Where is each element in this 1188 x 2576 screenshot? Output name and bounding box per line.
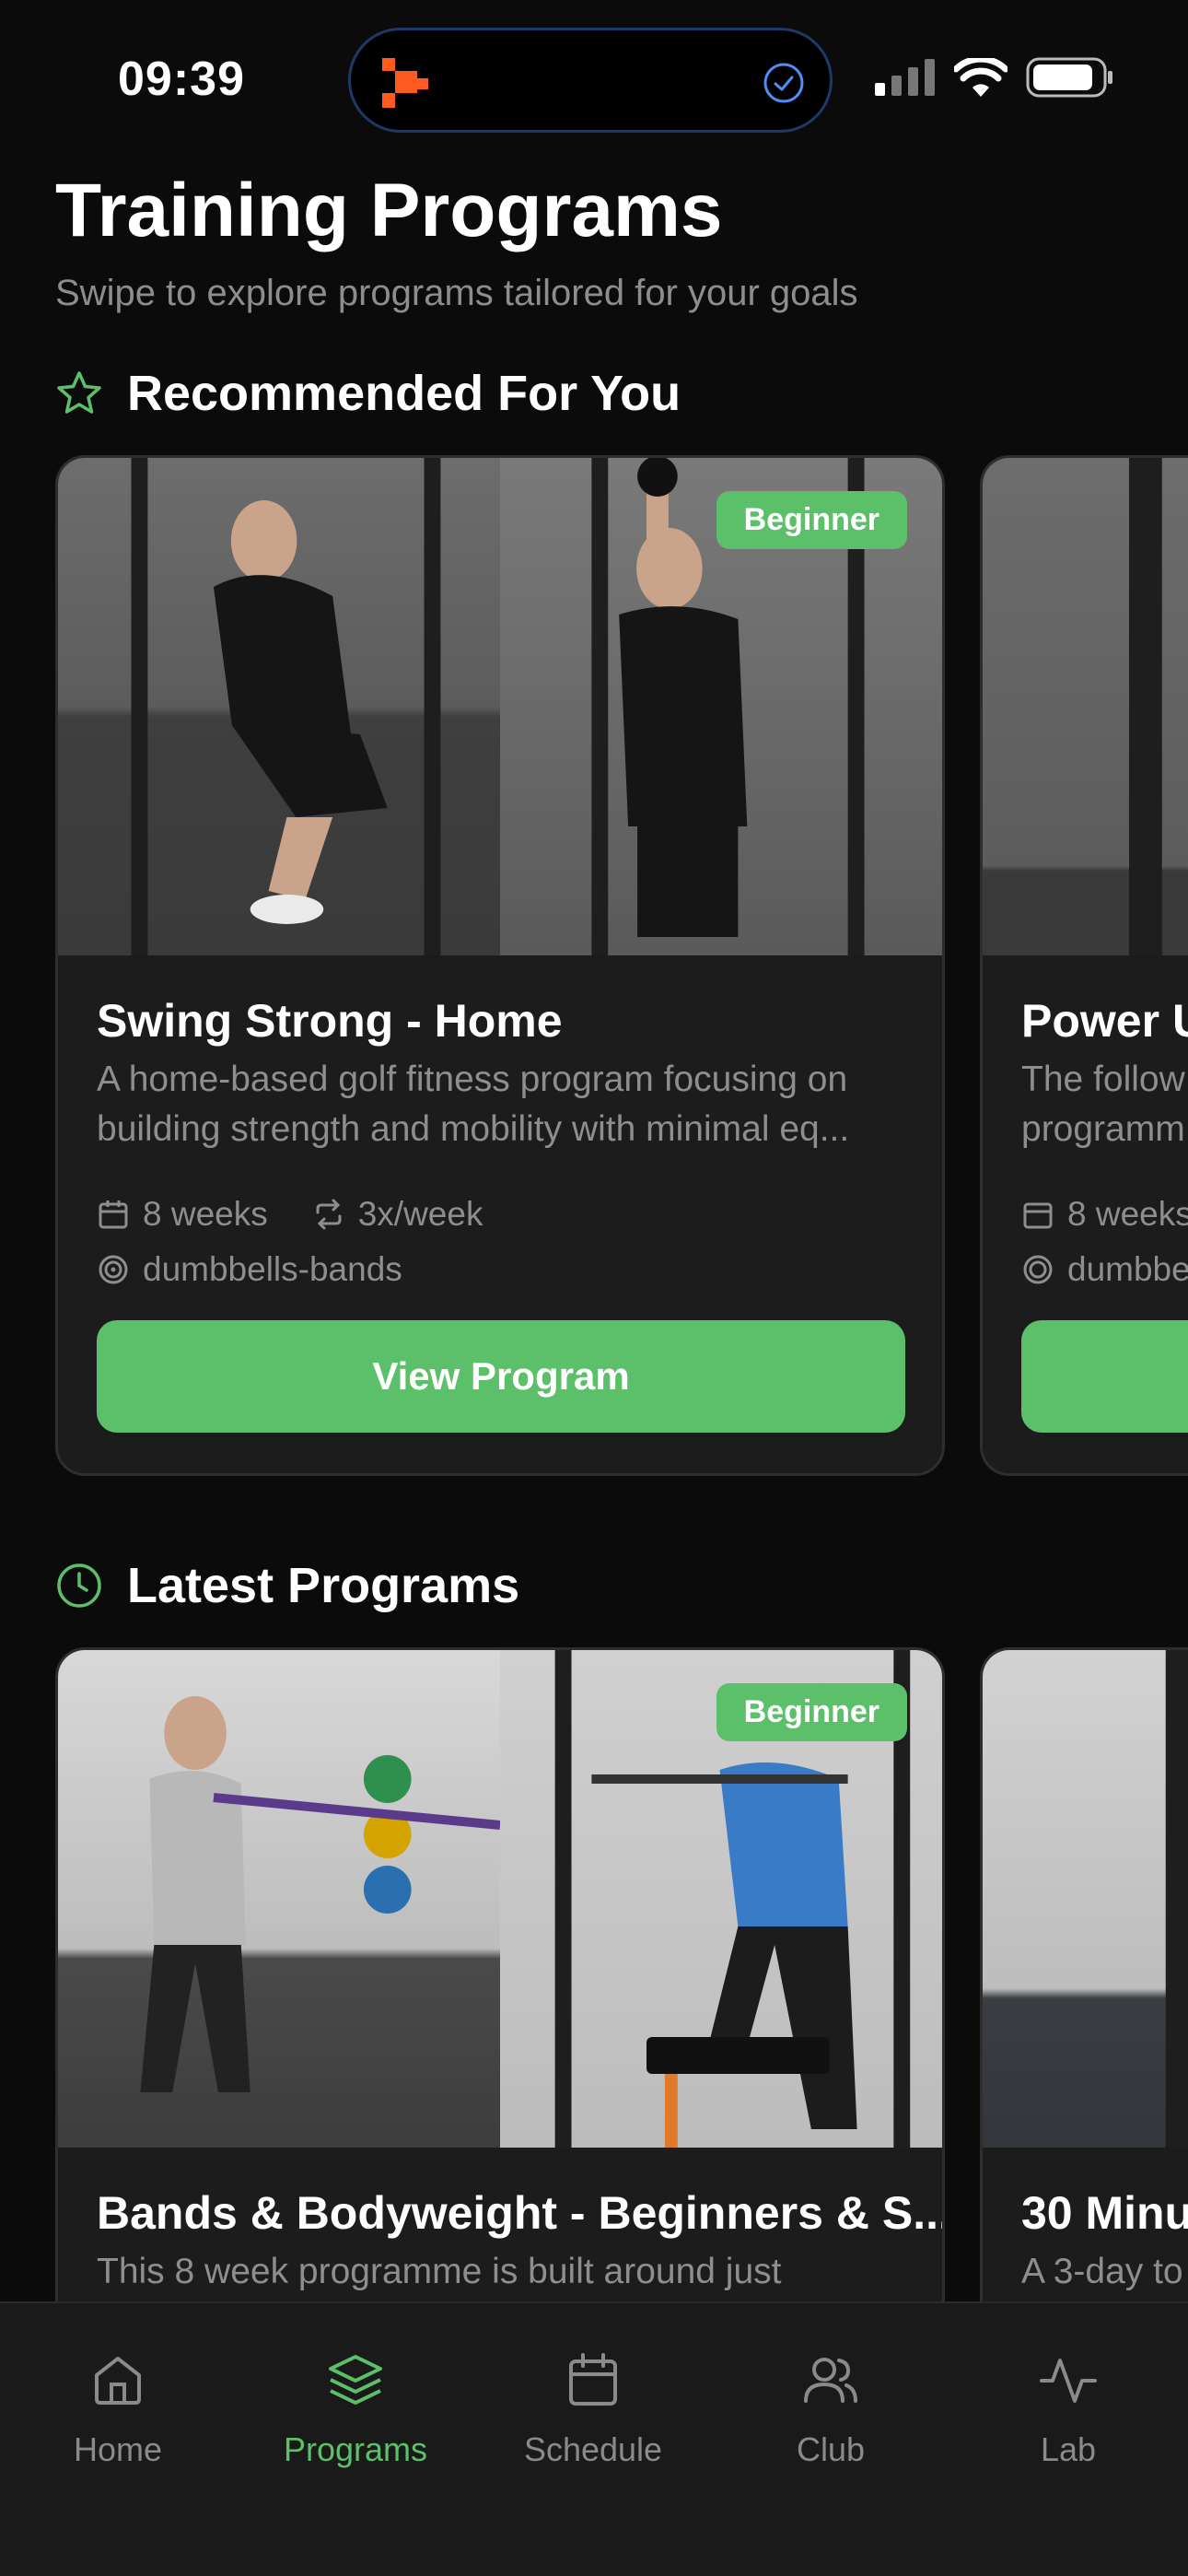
tab-programs[interactable]: Programs (263, 2349, 448, 2469)
repeat-icon (316, 1199, 342, 1230)
tab-label: Schedule (523, 2430, 663, 2468)
tab-club[interactable]: Club (739, 2349, 923, 2469)
layers-icon (329, 2355, 382, 2405)
section-title: Recommended For You (127, 366, 681, 421)
tab-label: Programs (283, 2430, 428, 2468)
tab-bar: Home Programs Schedule Club Lab (0, 2301, 1188, 2576)
star-icon (57, 371, 101, 414)
tab-label: Lab (1040, 2430, 1097, 2468)
program-photo (58, 1650, 501, 2148)
program-photos (983, 1650, 1188, 2148)
program-duration: 8 weeks (143, 1195, 268, 1233)
program-equipment-row: dumbbells-bands (97, 1250, 402, 1289)
calendar-icon (1023, 1202, 1053, 1229)
program-card[interactable]: Power U The follow programm 8 weeks dumb… (980, 455, 1188, 1476)
program-photos: Beginner (58, 458, 942, 955)
program-meta-row: 8 weeks (1021, 1195, 1188, 1234)
program-title: Power U (1021, 995, 1188, 1047)
view-program-button[interactable] (1021, 1320, 1188, 1433)
latest-carousel[interactable]: Beginner Bands & Bodyweight - Beginners … (55, 1647, 1188, 2301)
view-program-button[interactable]: View Program (97, 1320, 905, 1433)
program-photo: Beginner (500, 1650, 942, 2148)
program-photo: Beginner (500, 458, 942, 955)
program-title: 30 Minu (1021, 2187, 1188, 2239)
home-icon (95, 2357, 141, 2405)
tab-home[interactable]: Home (26, 2349, 210, 2469)
program-photo (983, 458, 1188, 955)
tab-label: Club (796, 2430, 866, 2468)
status-time: 09:39 (118, 53, 245, 106)
program-title: Swing Strong - Home (97, 995, 563, 1047)
activity-icon (1040, 2359, 1097, 2403)
tab-lab[interactable]: Lab (976, 2349, 1160, 2469)
check-circle-icon (763, 63, 804, 103)
difficulty-badge: Beginner (716, 491, 907, 549)
program-frequency: 3x/week (357, 1195, 483, 1233)
page-title: Training Programs (55, 169, 723, 252)
cellular-signal-icon (875, 59, 935, 96)
calendar-icon (99, 1200, 128, 1229)
program-equipment-row: dumbbe (1021, 1250, 1188, 1289)
program-photos: Beginner (58, 1650, 942, 2148)
difficulty-badge: Beginner (716, 1683, 907, 1741)
page-subtitle: Swipe to explore programs tailored for y… (55, 273, 858, 313)
program-description: A 3-day to (1021, 2252, 1183, 2291)
program-description: The follow programm (1021, 1060, 1185, 1149)
program-duration: 8 weeks (1067, 1195, 1188, 1233)
status-icons (875, 57, 1114, 98)
tab-schedule[interactable]: Schedule (501, 2349, 685, 2469)
recommended-section-header: Recommended For You (55, 365, 681, 422)
program-equipment: dumbbells-bands (143, 1250, 402, 1288)
latest-section-header: Latest Programs (55, 1557, 519, 1614)
app-logo-icon (382, 58, 428, 108)
program-description: This 8 week programme is built around ju… (97, 2252, 782, 2291)
tab-label: Home (73, 2430, 163, 2468)
program-card[interactable]: 30 Minu A 3-day to (980, 1647, 1188, 2301)
dynamic-island (348, 28, 833, 133)
program-photo (983, 1650, 1188, 2148)
target-icon (99, 1255, 128, 1284)
program-card[interactable]: Beginner Bands & Bodyweight - Beginners … (55, 1647, 945, 2301)
program-title: Bands & Bodyweight - Beginners & S... (97, 2187, 945, 2239)
program-equipment: dumbbe (1067, 1250, 1188, 1288)
recommended-carousel[interactable]: Beginner Swing Strong - Home A home-base… (55, 455, 1188, 1476)
wifi-icon (954, 58, 1007, 97)
program-photo (58, 458, 500, 955)
calendar-icon (569, 2353, 617, 2406)
users-icon (804, 2358, 857, 2403)
target-icon (1023, 1255, 1053, 1284)
program-photos (983, 458, 1188, 955)
program-card[interactable]: Beginner Swing Strong - Home A home-base… (55, 455, 945, 1476)
program-meta-row: 8 weeks 3x/week (97, 1195, 483, 1234)
program-description: A home-based golf fitness program focusi… (97, 1060, 850, 1149)
clock-icon (57, 1563, 101, 1608)
battery-icon (1026, 57, 1112, 98)
section-title: Latest Programs (127, 1558, 520, 1613)
